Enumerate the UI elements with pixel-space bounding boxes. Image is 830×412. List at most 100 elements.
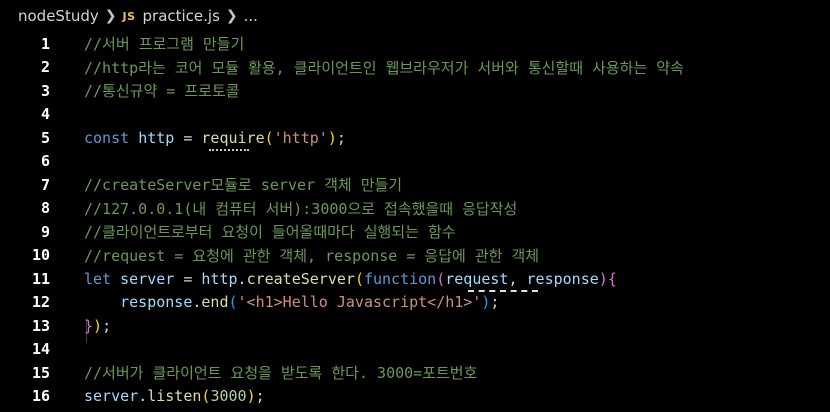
line-number: 1 bbox=[40, 34, 50, 53]
code-token: //서버 프로그램 만들기 bbox=[84, 35, 245, 54]
javascript-file-icon: JS bbox=[122, 9, 136, 23]
code-token: ) bbox=[598, 269, 608, 288]
line-number: 2 bbox=[40, 58, 50, 77]
breadcrumb-folder[interactable]: nodeStudy bbox=[18, 7, 99, 25]
code-token: = bbox=[174, 128, 202, 147]
code-text[interactable]: //클라이언트로부터 요청이 들어올때마다 실행되는 함수 bbox=[84, 221, 456, 242]
code-token: { bbox=[607, 269, 617, 288]
code-token: 3000 bbox=[210, 387, 247, 406]
code-line[interactable]: 6 bbox=[0, 150, 830, 174]
code-token: //createServer모듈로 server 객체 만들기 bbox=[84, 176, 403, 195]
line-number: 3 bbox=[40, 81, 50, 100]
code-token: const bbox=[84, 128, 130, 147]
line-number: 12 bbox=[31, 293, 50, 312]
code-line[interactable]: 1 //서버 프로그램 만들기 bbox=[0, 32, 830, 56]
code-line[interactable]: 15 //서버가 클라이언트 요청을 받도록 한다. 3000=포트번호 bbox=[0, 361, 830, 385]
code-token: ( bbox=[264, 128, 274, 147]
code-line[interactable]: 7 //createServer모듈로 server 객체 만들기 bbox=[0, 173, 830, 197]
code-line[interactable]: 2 //http라는 코어 모듈 활용, 클라이언트인 웹브라우저가 서버와 통신… bbox=[0, 56, 830, 80]
breadcrumb-file[interactable]: practice.js bbox=[143, 7, 220, 25]
code-text[interactable]: //request = 요청에 관한 객체, response = 응답에 관한… bbox=[84, 245, 539, 266]
chevron-right-icon: ❯ bbox=[225, 8, 238, 24]
code-token: //127.0.0.1(내 컴퓨터 서버):3000으로 접속했을때 응답작성 bbox=[84, 199, 518, 218]
code-line[interactable]: 4 bbox=[0, 103, 830, 127]
code-line[interactable]: 11 let server = http.createServer(functio… bbox=[0, 267, 830, 291]
line-number: 14 bbox=[31, 340, 50, 359]
code-line[interactable]: 8 //127.0.0.1(내 컴퓨터 서버):3000으로 접속했을때 응답작성 bbox=[0, 197, 830, 221]
code-token: http bbox=[138, 128, 175, 147]
code-token: http bbox=[201, 269, 238, 288]
code-text[interactable]: //서버 프로그램 만들기 bbox=[84, 33, 244, 54]
code-token: . bbox=[237, 269, 247, 288]
code-token: response bbox=[120, 293, 193, 312]
line-number: 13 bbox=[31, 316, 50, 335]
line-number: 9 bbox=[40, 222, 50, 241]
code-text[interactable]: //createServer모듈로 server 객체 만들기 bbox=[84, 174, 402, 195]
code-text[interactable]: let server = http.createServer(function(… bbox=[84, 270, 617, 288]
code-token: function bbox=[363, 269, 437, 288]
code-token: ( bbox=[354, 269, 364, 288]
line-number: 5 bbox=[40, 128, 50, 147]
line-number: 15 bbox=[31, 363, 50, 382]
code-token: ; bbox=[336, 128, 346, 147]
code-token: ) bbox=[93, 316, 103, 335]
code-text[interactable]: const http = require('http'); bbox=[84, 129, 346, 147]
code-token: ; bbox=[102, 316, 112, 335]
code-token: request bbox=[445, 269, 509, 288]
code-token: listen bbox=[147, 387, 202, 406]
code-line[interactable]: 12 response.end('<h1>Hello Javascript</h… bbox=[0, 291, 830, 315]
code-token: require bbox=[201, 128, 265, 147]
line-number: 8 bbox=[40, 199, 50, 218]
code-token: ( bbox=[436, 269, 446, 288]
hint-dots bbox=[209, 147, 249, 151]
code-token: //통신규약 = 프로토콜 bbox=[84, 82, 240, 101]
code-token: end bbox=[201, 293, 229, 312]
code-token: ( bbox=[228, 293, 238, 312]
code-line[interactable]: 10 //request = 요청에 관한 객체, response = 응답에 … bbox=[0, 244, 830, 268]
line-number: 11 bbox=[31, 269, 50, 288]
chevron-right-icon: ❯ bbox=[104, 8, 117, 24]
code-token: createServer bbox=[246, 269, 355, 288]
code-line[interactable]: 5 const http = require('http'); bbox=[0, 126, 830, 150]
code-token: 'http' bbox=[273, 128, 328, 147]
breadcrumb-symbol[interactable]: ... bbox=[244, 7, 258, 25]
code-text[interactable]: }); bbox=[84, 317, 111, 335]
code-line[interactable]: 13}); bbox=[0, 314, 830, 338]
line-number: 10 bbox=[31, 246, 50, 265]
code-line[interactable]: 14 bbox=[0, 338, 830, 362]
code-token: = bbox=[174, 269, 202, 288]
code-token: server bbox=[84, 387, 139, 406]
code-token: server bbox=[120, 269, 175, 288]
code-line[interactable]: 16 server.listen(3000); bbox=[0, 385, 830, 409]
unused-parameter-underline bbox=[468, 288, 538, 292]
code-token: ) bbox=[246, 387, 256, 406]
code-token: ; bbox=[490, 293, 500, 312]
code-editor[interactable]: 1 //서버 프로그램 만들기 2 //http라는 코어 모듈 활용, 클라이언트인… bbox=[0, 32, 830, 412]
code-token: '<h1>Hello Javascript</h1>' bbox=[237, 293, 482, 312]
line-number: 7 bbox=[40, 175, 50, 194]
code-text[interactable]: //127.0.0.1(내 컴퓨터 서버):3000으로 접속했을때 응답작성 bbox=[84, 198, 517, 219]
line-number: 16 bbox=[31, 387, 50, 406]
code-token: //request = 요청에 관한 객체, response = 응답에 관한… bbox=[84, 246, 540, 265]
code-token: . bbox=[138, 387, 148, 406]
code-token: } bbox=[84, 316, 94, 335]
code-token: let bbox=[84, 269, 112, 288]
breadcrumb: nodeStudy ❯ JS practice.js ❯ ... bbox=[0, 0, 830, 32]
code-line[interactable]: 9 //클라이언트로부터 요청이 들어올때마다 실행되는 함수 bbox=[0, 220, 830, 244]
code-token: //서버가 클라이언트 요청을 받도록 한다. 3000=포트번호 bbox=[84, 364, 478, 383]
code-token: response bbox=[526, 269, 599, 288]
code-text[interactable]: response.end('<h1>Hello Javascript</h1>'… bbox=[84, 293, 499, 311]
code-text[interactable]: //http라는 코어 모듈 활용, 클라이언트인 웹브라우저가 서버와 통신할… bbox=[84, 57, 684, 78]
code-token: ) bbox=[327, 128, 337, 147]
line-number: 4 bbox=[40, 105, 50, 124]
code-token: //http라는 코어 모듈 활용, 클라이언트인 웹브라우저가 서버와 통신할… bbox=[84, 58, 684, 77]
code-token: ; bbox=[255, 387, 265, 406]
code-token: , bbox=[508, 269, 527, 288]
code-text[interactable]: //서버가 클라이언트 요청을 받도록 한다. 3000=포트번호 bbox=[84, 362, 477, 383]
code-line[interactable]: 3 //통신규약 = 프로토콜 bbox=[0, 79, 830, 103]
code-text[interactable]: //통신규약 = 프로토콜 bbox=[84, 80, 240, 101]
code-text[interactable]: server.listen(3000); bbox=[84, 387, 265, 405]
